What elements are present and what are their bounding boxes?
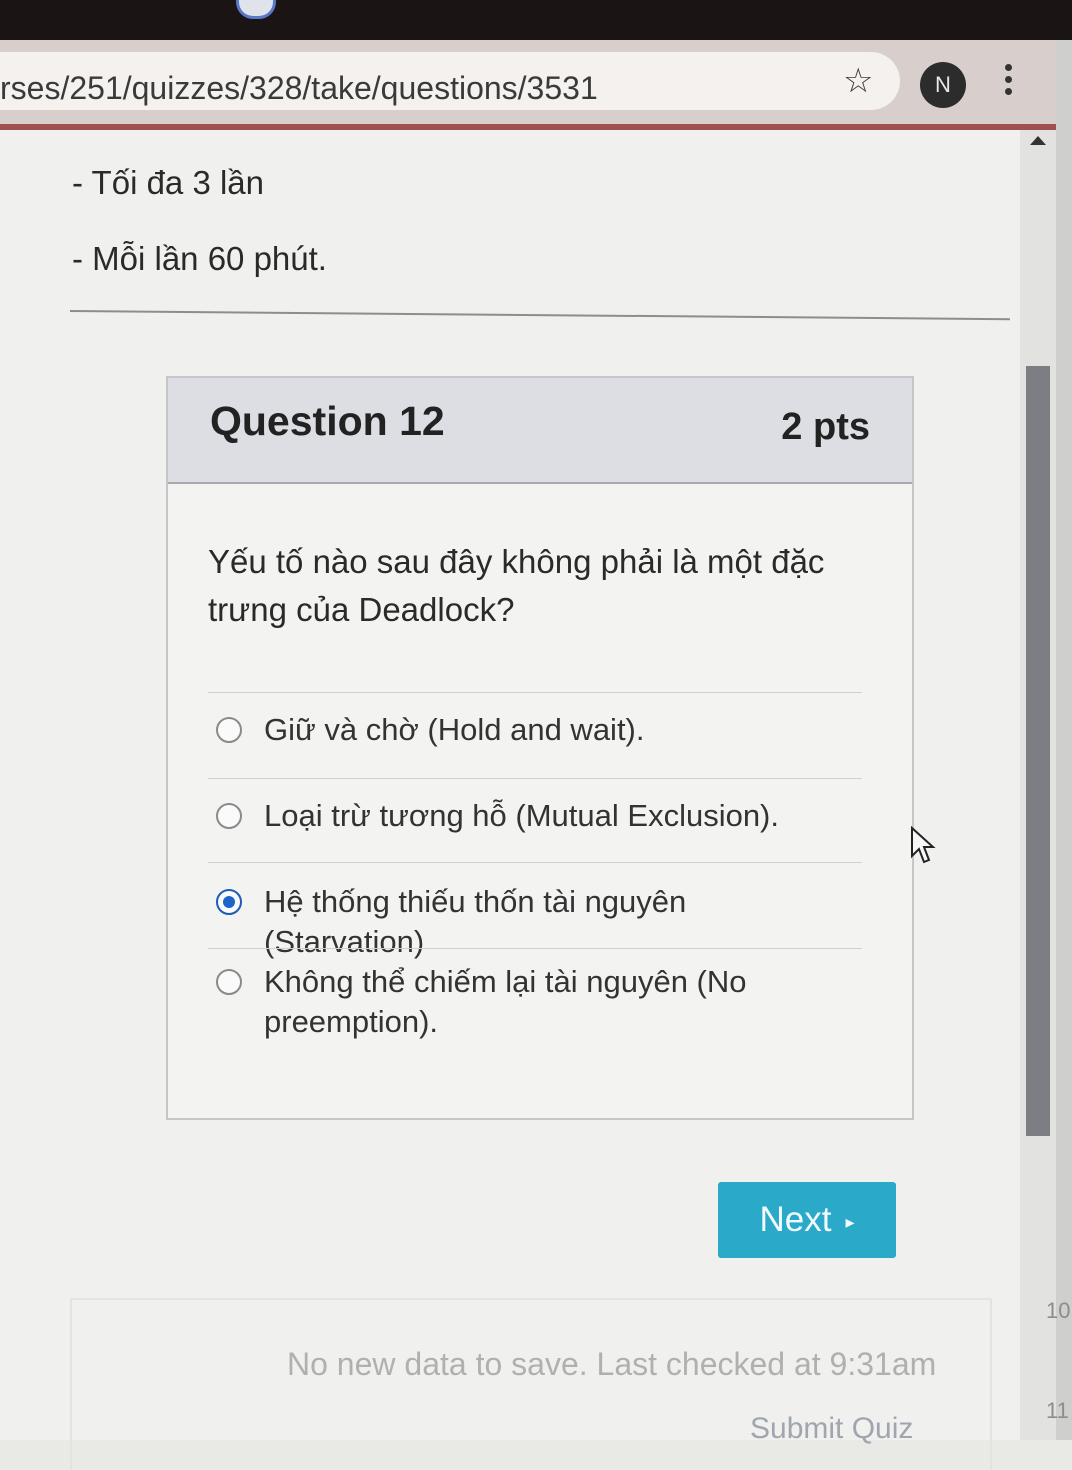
submit-quiz-button[interactable]: Submit Quiz bbox=[750, 1412, 913, 1446]
side-panel-edge bbox=[1056, 40, 1072, 1440]
screen-bezel bbox=[0, 0, 1072, 40]
answer-divider bbox=[208, 692, 862, 693]
radio-button[interactable] bbox=[216, 803, 242, 829]
answer-divider bbox=[208, 778, 862, 779]
radio-button[interactable] bbox=[216, 969, 242, 995]
next-arrow-icon: ▸ bbox=[845, 1211, 855, 1232]
question-number-10[interactable]: 10 bbox=[1046, 1298, 1070, 1324]
url-text[interactable]: rses/251/quizzes/328/take/questions/3531 bbox=[0, 70, 598, 107]
time-limit-info: - Mỗi lần 60 phút. bbox=[72, 240, 327, 277]
scroll-up-icon[interactable] bbox=[1030, 136, 1046, 145]
answer-divider bbox=[208, 862, 862, 863]
answer-label[interactable]: Loại trừ tương hỗ (Mutual Exclusion). bbox=[264, 796, 834, 836]
answer-label[interactable]: Giữ và chờ (Hold and wait). bbox=[264, 710, 834, 750]
answer-label[interactable]: Không thể chiếm lại tài nguyên (No preem… bbox=[264, 962, 834, 1042]
question-points: 2 pts bbox=[781, 406, 870, 448]
mouse-cursor-icon bbox=[911, 826, 936, 864]
next-button[interactable]: Next ▸ bbox=[718, 1182, 896, 1258]
autosave-status: No new data to save. Last checked at 9:3… bbox=[287, 1346, 937, 1382]
answer-label[interactable]: Hệ thống thiếu thốn tài nguyên (Starvati… bbox=[264, 882, 834, 962]
radio-button-selected[interactable] bbox=[216, 889, 242, 915]
question-title: Question 12 bbox=[210, 398, 445, 444]
attempts-info: - Tối đa 3 lần bbox=[72, 164, 265, 201]
more-menu-icon[interactable] bbox=[1000, 64, 1016, 104]
quiz-status-area: No new data to save. Last checked at 9:3… bbox=[70, 1298, 992, 1470]
profile-avatar[interactable]: N bbox=[920, 62, 966, 108]
bookmark-star-icon[interactable]: ☆ bbox=[843, 64, 873, 98]
scrollbar[interactable] bbox=[1020, 130, 1056, 1440]
browser-toolbar: rses/251/quizzes/328/take/questions/3531… bbox=[0, 40, 1056, 130]
radio-button[interactable] bbox=[216, 717, 242, 743]
scrollbar-thumb[interactable] bbox=[1026, 366, 1050, 1136]
quiz-page: - Tối đa 3 lần - Mỗi lần 60 phút. Questi… bbox=[0, 130, 1025, 1470]
address-bar[interactable]: rses/251/quizzes/328/take/questions/3531 bbox=[0, 52, 900, 110]
question-card: Question 12 2 pts Yếu tố nào sau đây khô… bbox=[166, 376, 914, 1120]
question-header: Question 12 2 pts bbox=[168, 378, 912, 484]
question-text: Yếu tố nào sau đây không phải là một đặc… bbox=[208, 543, 825, 628]
chrome-logo-icon bbox=[236, 0, 276, 19]
question-number-11[interactable]: 11 bbox=[1046, 1398, 1069, 1424]
answer-divider bbox=[208, 948, 862, 949]
next-label[interactable]: Next bbox=[759, 1200, 831, 1239]
divider bbox=[69, 310, 1010, 321]
